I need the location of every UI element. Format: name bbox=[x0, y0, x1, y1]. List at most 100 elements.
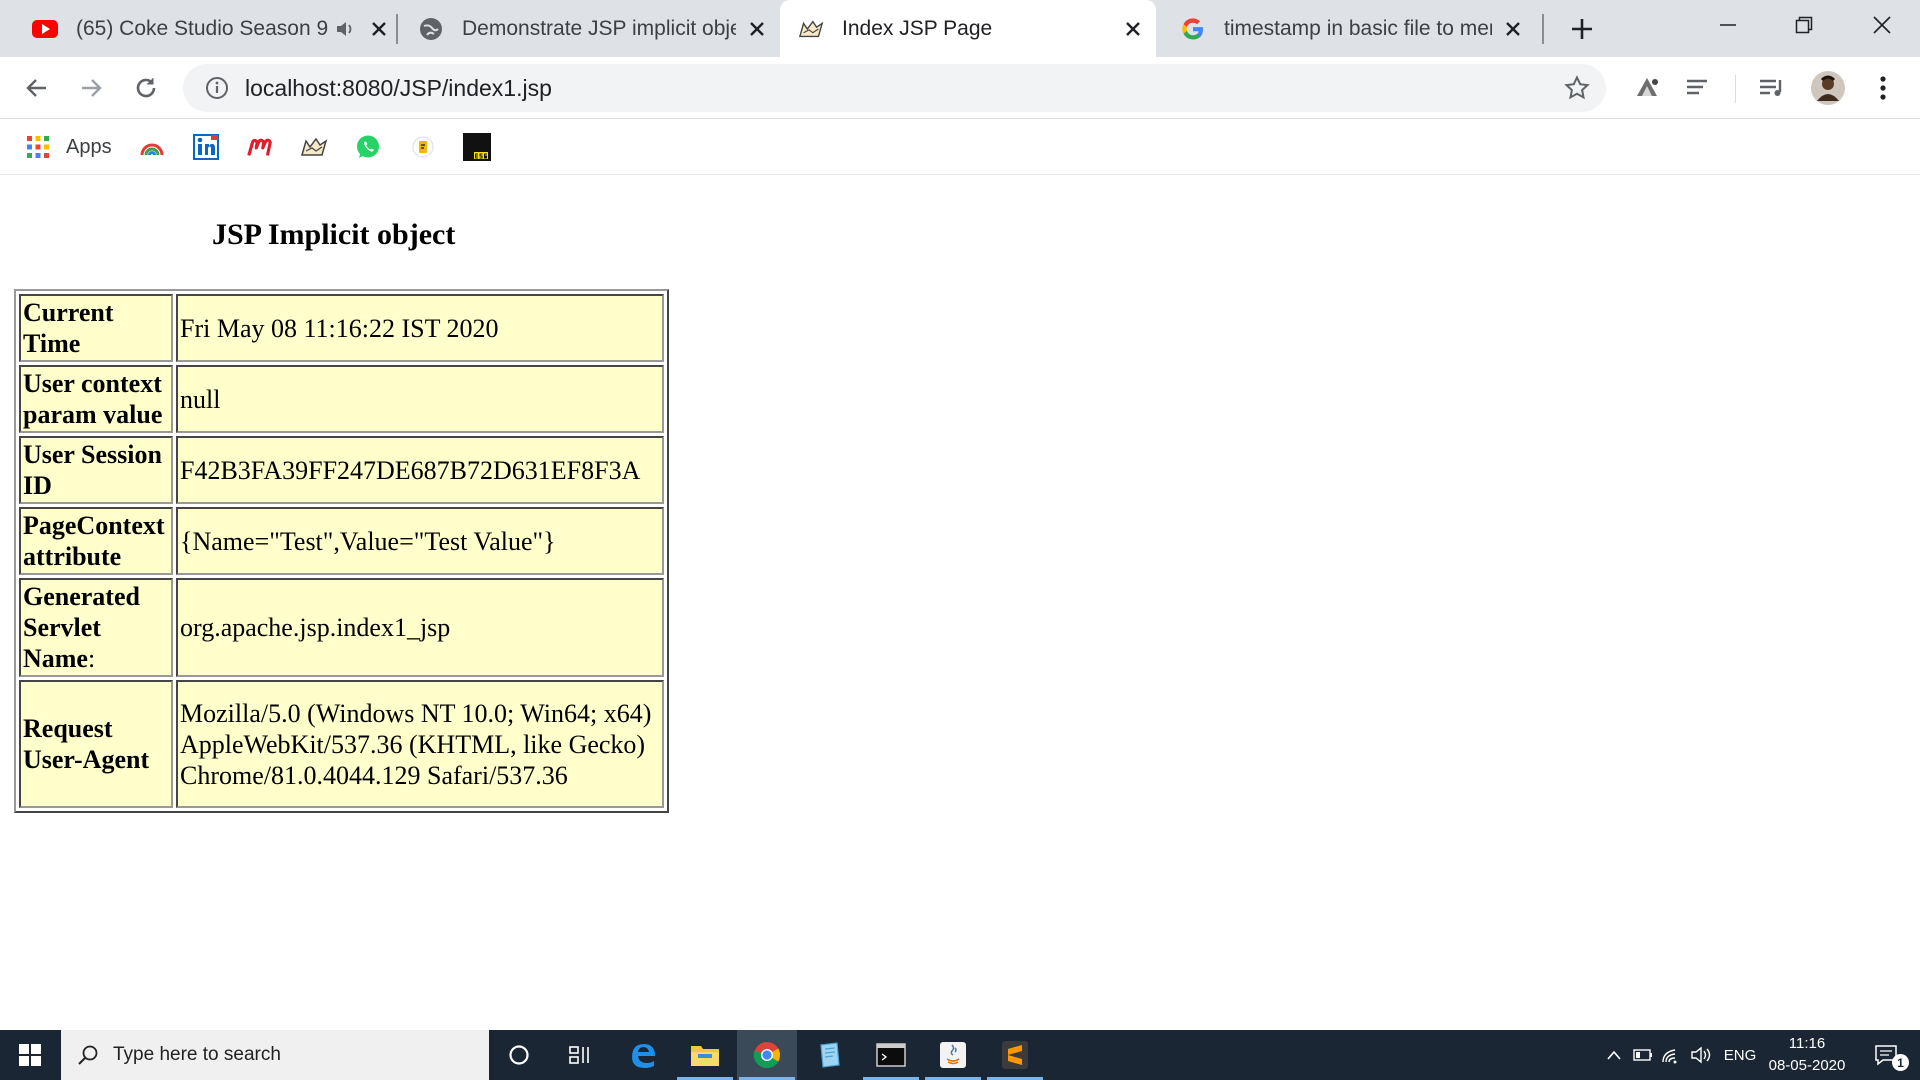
whatsapp-icon bbox=[354, 133, 382, 161]
close-icon[interactable] bbox=[1120, 16, 1146, 42]
taskbar-notepad[interactable] bbox=[799, 1030, 859, 1080]
bookmark-whatsapp[interactable] bbox=[354, 127, 382, 167]
tab-separator bbox=[396, 14, 398, 44]
globe-icon bbox=[418, 16, 444, 42]
reader-mode-button[interactable] bbox=[1677, 68, 1717, 108]
tab-youtube[interactable]: (65) Coke Studio Season 9 bbox=[32, 0, 392, 57]
taskbar-edge[interactable] bbox=[613, 1030, 673, 1080]
tray-clock[interactable]: 11:16 08-05-2020 bbox=[1764, 1030, 1850, 1080]
profile-button[interactable] bbox=[1808, 68, 1848, 108]
tab-index-jsp[interactable]: Index JSP Page bbox=[780, 0, 1156, 57]
apps-grid-icon bbox=[24, 133, 52, 161]
arrow-left-icon bbox=[26, 79, 46, 97]
task-view-button[interactable] bbox=[550, 1030, 610, 1080]
page-content: JSP Implicit object Current Time Fri May… bbox=[0, 176, 1920, 1030]
chrome-icon bbox=[753, 1042, 781, 1069]
extension-button[interactable] bbox=[1627, 68, 1667, 108]
tab-demonstrate-jsp[interactable]: Demonstrate JSP implicit objec bbox=[418, 0, 770, 57]
bookmark-es6[interactable] bbox=[463, 127, 491, 167]
chrome-menu-button[interactable] bbox=[1863, 68, 1903, 108]
taskbar-chrome[interactable] bbox=[737, 1030, 797, 1080]
bookmark-apps-label: Apps bbox=[66, 135, 112, 158]
arrow-right-icon bbox=[82, 79, 102, 97]
row-label: Request User-Agent bbox=[19, 680, 173, 808]
row-label: PageContext attribute bbox=[19, 507, 173, 575]
address-bar[interactable]: localhost:8080/JSP/index1.jsp bbox=[183, 64, 1606, 112]
bookmark-tomcat[interactable] bbox=[300, 127, 328, 167]
cortana-button[interactable] bbox=[489, 1030, 549, 1080]
url-text[interactable]: localhost:8080/JSP/index1.jsp bbox=[245, 75, 552, 102]
row-value: F42B3FA39FF247DE687B72D631EF8F3A bbox=[176, 436, 664, 504]
tab-separator bbox=[1542, 14, 1544, 44]
taskbar-sublime[interactable] bbox=[985, 1030, 1045, 1080]
tray-battery[interactable] bbox=[1630, 1030, 1656, 1080]
bookmark-extension[interactable] bbox=[409, 127, 437, 167]
es6-icon bbox=[463, 133, 491, 161]
tab-title: Demonstrate JSP implicit objec bbox=[462, 16, 736, 40]
table-row: Current Time Fri May 08 11:16:22 IST 202… bbox=[19, 294, 664, 362]
java-icon bbox=[940, 1042, 966, 1068]
bookmark-linkedin[interactable] bbox=[192, 127, 220, 167]
task-view-icon bbox=[569, 1046, 589, 1064]
search-icon bbox=[78, 1045, 98, 1065]
close-icon[interactable] bbox=[1500, 16, 1526, 42]
browser-toolbar: localhost:8080/JSP/index1.jsp bbox=[0, 57, 1920, 119]
tomcat-icon bbox=[300, 133, 328, 161]
google-icon bbox=[1180, 16, 1206, 42]
media-control-button[interactable] bbox=[1752, 68, 1792, 108]
tray-language[interactable]: ENG bbox=[1718, 1030, 1762, 1080]
close-icon[interactable] bbox=[744, 16, 770, 42]
toolbar-divider bbox=[1735, 75, 1736, 103]
chevron-up-icon bbox=[1607, 1050, 1621, 1060]
volume-icon bbox=[1691, 1046, 1711, 1064]
taskbar-search-box[interactable]: Type here to search bbox=[61, 1030, 489, 1080]
tray-overflow-button[interactable] bbox=[1600, 1030, 1628, 1080]
action-center-button[interactable]: 1 bbox=[1862, 1030, 1912, 1080]
avatar bbox=[1811, 71, 1845, 105]
page-title: JSP Implicit object bbox=[212, 218, 456, 251]
row-value: null bbox=[176, 365, 664, 433]
tray-wifi[interactable] bbox=[1658, 1030, 1684, 1080]
table-row: User Session ID F42B3FA39FF247DE687B72D6… bbox=[19, 436, 664, 504]
window-close-button[interactable] bbox=[1844, 0, 1920, 50]
search-placeholder: Type here to search bbox=[113, 1044, 281, 1065]
yellow-badge-icon bbox=[409, 133, 437, 161]
taskbar-terminal[interactable] bbox=[861, 1030, 921, 1080]
media-queue-icon bbox=[1760, 79, 1782, 96]
cortana-icon bbox=[509, 1045, 529, 1065]
wifi-icon bbox=[1662, 1049, 1677, 1064]
tab-strip: (65) Coke Studio Season 9 Demonstrate JS… bbox=[0, 0, 1920, 57]
new-tab-button[interactable] bbox=[1558, 0, 1606, 57]
start-button[interactable] bbox=[0, 1030, 60, 1080]
back-button[interactable] bbox=[17, 68, 57, 108]
row-label-cell: Generated Servlet Name: bbox=[19, 578, 173, 677]
terminal-icon bbox=[876, 1043, 906, 1067]
battery-icon bbox=[1633, 1049, 1652, 1061]
taskbar-java[interactable] bbox=[923, 1030, 983, 1080]
sublime-text-icon bbox=[1002, 1041, 1028, 1069]
tab-google-search[interactable]: timestamp in basic file to merc bbox=[1180, 0, 1526, 57]
notepad-icon bbox=[820, 1042, 840, 1068]
bookmark-rainbow[interactable] bbox=[138, 127, 166, 167]
plus-icon bbox=[1572, 18, 1592, 39]
restore-icon bbox=[1795, 16, 1813, 34]
reload-button[interactable] bbox=[126, 68, 166, 108]
tray-volume[interactable] bbox=[1686, 1030, 1716, 1080]
youtube-icon bbox=[32, 16, 58, 42]
minimize-button[interactable] bbox=[1690, 0, 1766, 50]
info-icon[interactable] bbox=[203, 74, 231, 102]
forward-button[interactable] bbox=[71, 68, 111, 108]
bookmarks-bar: Apps bbox=[0, 119, 1920, 175]
row-label: Generated Servlet Name bbox=[23, 582, 140, 673]
rainbow-icon bbox=[138, 133, 166, 161]
reload-icon bbox=[136, 78, 156, 98]
bookmark-m-app[interactable] bbox=[246, 127, 274, 167]
close-icon[interactable] bbox=[366, 16, 392, 42]
restore-button[interactable] bbox=[1766, 0, 1842, 50]
speaker-icon[interactable] bbox=[332, 16, 358, 42]
taskbar-file-explorer[interactable] bbox=[675, 1030, 735, 1080]
bookmark-star-icon[interactable] bbox=[1560, 71, 1594, 105]
bookmark-apps[interactable]: Apps bbox=[24, 127, 112, 167]
linkedin-icon bbox=[192, 133, 220, 161]
reading-list-icon bbox=[1687, 79, 1707, 95]
